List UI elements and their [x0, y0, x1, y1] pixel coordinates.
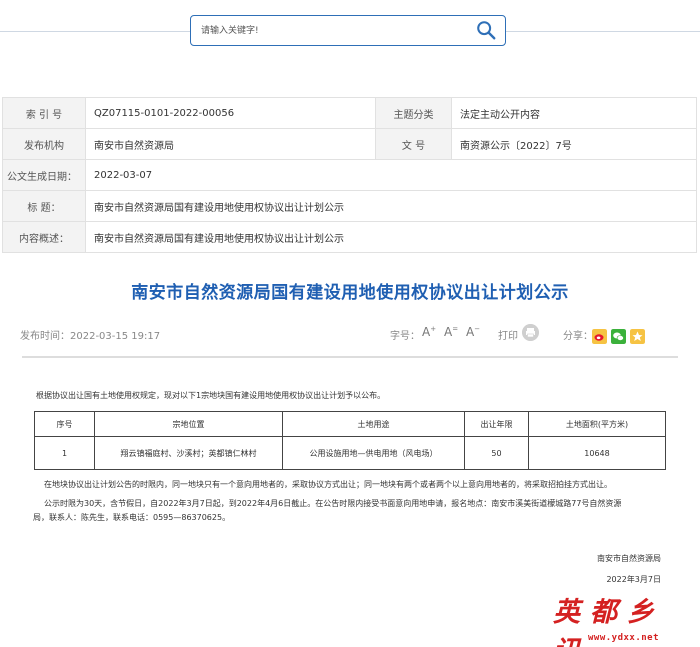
search-divider-left [0, 31, 190, 32]
table-cell: 1 [34, 436, 95, 470]
weibo-icon[interactable] [592, 329, 607, 344]
date-label: 公文生成日期： [2, 159, 86, 191]
table-cell: 10648 [528, 436, 666, 470]
metadata-row: 索 引 号 QZ07115-0101-2022-00056 主题分类 法定主动公… [2, 97, 697, 129]
date-value: 2022-03-07 [85, 159, 697, 191]
metadata-row: 内容概述： 南安市自然资源局国有建设用地使用权协议出让计划公示 [2, 221, 697, 253]
table-cell: 公用设施用地—供电用地（风电场） [282, 436, 465, 470]
index-value: QZ07115-0101-2022-00056 [85, 97, 376, 129]
page-title: 南安市自然资源局国有建设用地使用权协议出让计划公示 [131, 283, 569, 303]
table-row: 1 翔云镇福庭村、沙溪村；英都镇仁林村 公用设施用地—供电用地（风电场） 50 … [34, 436, 666, 470]
table-header-cell: 土地面积(平方米) [528, 411, 666, 437]
share-label: 分享： [563, 331, 593, 342]
search-icon[interactable] [475, 19, 497, 41]
search-divider-right [506, 31, 700, 32]
topic-value: 法定主动公开内容 [451, 97, 697, 129]
intro-text: 根据协议出让国有土地使用权规定，现对以下1宗地块国有建设用地使用权协议出让计划予… [36, 391, 386, 400]
title-label: 标 题： [2, 190, 86, 222]
search-input[interactable] [201, 23, 461, 39]
publisher-value: 南安市自然资源局 [85, 128, 376, 160]
topic-label: 主题分类 [375, 97, 452, 129]
signature-org: 南安市自然资源局 [597, 554, 661, 563]
publish-time: 发布时间：2022-03-15 19:17 [20, 331, 161, 342]
watermark-url: www.ydxx.net [588, 633, 660, 643]
metadata-row: 发布机构 南安市自然资源局 文 号 南资源公示〔2022〕7号 [2, 128, 697, 160]
print-button[interactable]: 打印 [498, 327, 518, 342]
search-box [190, 15, 506, 46]
summary-label: 内容概述： [2, 221, 86, 253]
table-cell: 50 [464, 436, 529, 470]
metadata-row: 公文生成日期： 2022-03-07 [2, 159, 697, 191]
font-size-medium-button[interactable]: A= [444, 325, 458, 339]
table-header-row: 序号 宗地位置 土地用途 出让年限 土地面积(平方米) [34, 411, 666, 437]
info-divider [22, 356, 678, 358]
paragraph-contact: 局，联系人：陈先生，联系电话：0595—86370625。 [33, 513, 231, 522]
summary-value: 南安市自然资源局国有建设用地使用权协议出让计划公示 [85, 221, 697, 253]
table-header-cell: 序号 [34, 411, 95, 437]
printer-icon[interactable] [522, 324, 539, 341]
info-bar: 发布时间：2022-03-15 19:17 字号： A+ A= A− 打印 分享… [20, 324, 678, 350]
metadata-row: 标 题： 南安市自然资源局国有建设用地使用权协议出让计划公示 [2, 190, 697, 222]
qzone-star-icon[interactable] [630, 329, 645, 344]
table-cell: 翔云镇福庭村、沙溪村；英都镇仁林村 [94, 436, 283, 470]
font-size-large-button[interactable]: A+ [422, 325, 436, 339]
font-size-small-button[interactable]: A− [466, 325, 480, 339]
paragraph-rule: 在地块协议出让计划公告的时限内，同一地块只有一个意向用地者的，采取协议方式出让；… [44, 480, 612, 489]
font-size-label: 字号： [390, 331, 420, 342]
table-header-cell: 宗地位置 [94, 411, 283, 437]
index-label: 索 引 号 [2, 97, 86, 129]
metadata-table: 索 引 号 QZ07115-0101-2022-00056 主题分类 法定主动公… [2, 97, 697, 253]
docno-label: 文 号 [375, 128, 452, 160]
publisher-label: 发布机构 [2, 128, 86, 160]
wechat-icon[interactable] [611, 329, 626, 344]
docno-value: 南资源公示〔2022〕7号 [451, 128, 697, 160]
land-table: 序号 宗地位置 土地用途 出让年限 土地面积(平方米) 1 翔云镇福庭村、沙溪村… [34, 411, 666, 470]
title-value: 南安市自然资源局国有建设用地使用权协议出让计划公示 [85, 190, 697, 222]
table-header-cell: 土地用途 [282, 411, 465, 437]
signature-date: 2022年3月7日 [606, 575, 661, 584]
table-header-cell: 出让年限 [464, 411, 529, 437]
paragraph-period: 公示时限为30天，含节假日，自2022年3月7日起，到2022年4月6日截止。在… [44, 499, 622, 508]
